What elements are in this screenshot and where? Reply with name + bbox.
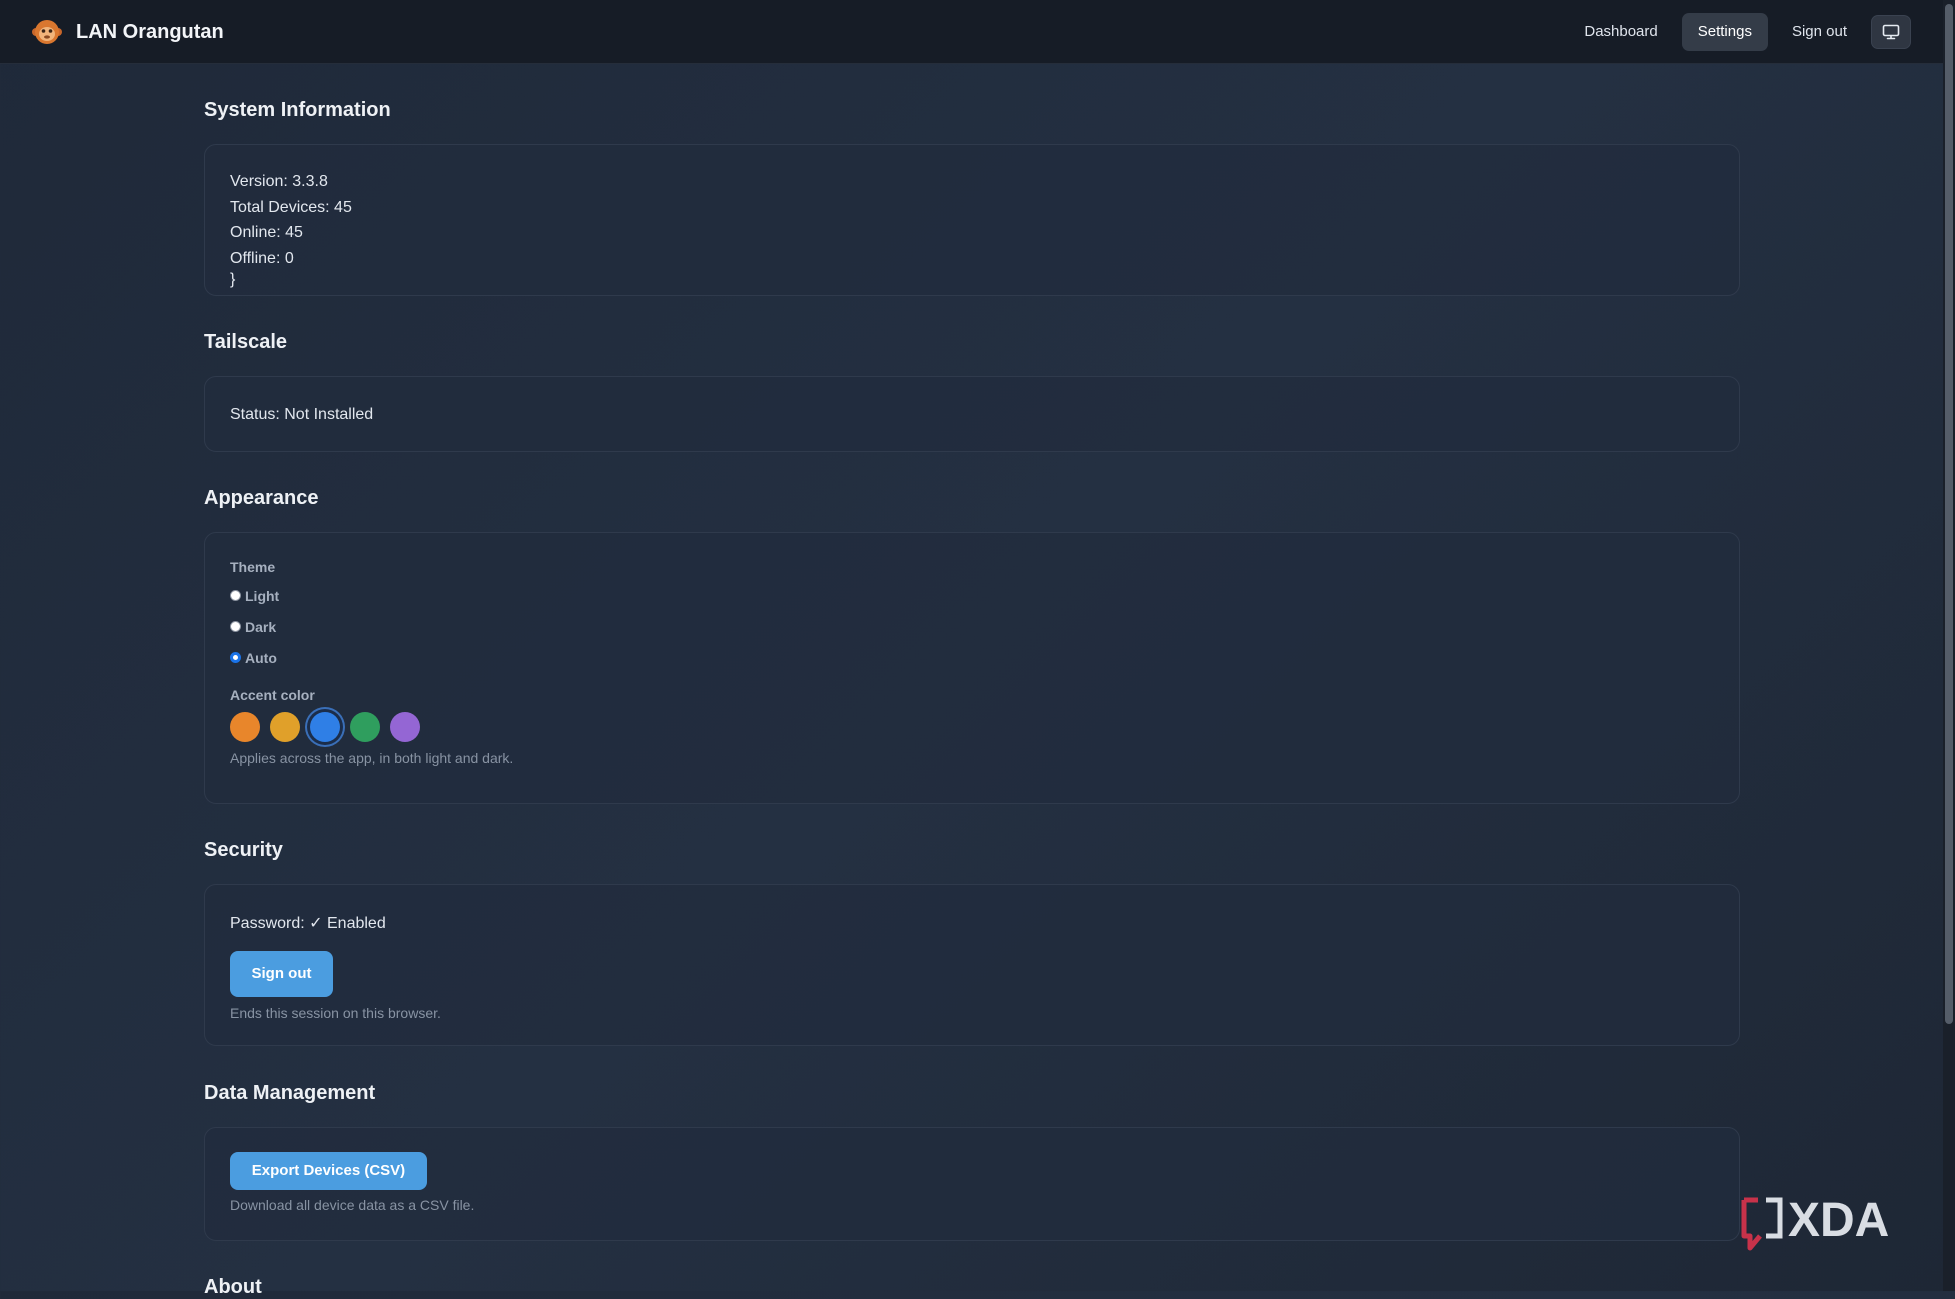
theme-radio-light[interactable] — [230, 590, 241, 601]
orangutan-logo-icon — [32, 20, 62, 44]
tailscale-card: Status: Not Installed — [204, 376, 1740, 452]
data-management-card: Export Devices (CSV) Download all device… — [204, 1127, 1740, 1241]
accent-color-label: Accent color — [230, 687, 315, 703]
accent-swatch-yellow[interactable] — [270, 712, 300, 742]
offline-count-text: Offline: 0 — [230, 249, 294, 267]
nav-settings[interactable]: Settings — [1681, 13, 1768, 51]
accent-swatch-blue[interactable] — [310, 712, 340, 742]
section-title-security: Security — [204, 839, 283, 861]
section-title-appearance: Appearance — [204, 487, 319, 509]
top-bar: LAN Orangutan Dashboard Settings Sign ou… — [0, 0, 1943, 64]
theme-option-label: Dark — [245, 618, 277, 635]
version-text: Version: 3.3.8 — [230, 173, 328, 190]
total-devices-text: Total Devices: 45 — [230, 198, 352, 216]
section-title-about: About — [204, 1276, 262, 1298]
scrollbar-thumb[interactable] — [1945, 4, 1953, 1024]
export-hint: Download all device data as a CSV file. — [230, 1197, 475, 1213]
theme-radio-auto[interactable] — [230, 652, 241, 663]
section-title-system-information: System Information — [204, 99, 391, 121]
monitor-icon — [1882, 24, 1900, 40]
theme-option-label: Auto — [245, 649, 277, 666]
app-title: LAN Orangutan — [76, 20, 224, 43]
brand[interactable]: LAN Orangutan — [32, 18, 224, 46]
theme-radio-dark[interactable] — [230, 621, 241, 632]
password-status-text: Password: ✓ Enabled — [230, 915, 386, 932]
export-devices-csv-button[interactable]: Export Devices (CSV) — [230, 1152, 427, 1190]
theme-option-auto[interactable]: Auto — [230, 642, 1714, 673]
vertical-scrollbar[interactable] — [1943, 0, 1955, 1291]
accent-swatch-purple[interactable] — [390, 712, 420, 742]
accent-swatch-orange[interactable] — [230, 712, 260, 742]
display-toggle-button[interactable] — [1871, 15, 1911, 49]
accent-color-hint: Applies across the app, in both light an… — [230, 750, 514, 766]
theme-label: Theme — [230, 559, 276, 575]
section-title-tailscale: Tailscale — [204, 331, 288, 353]
tailscale-status-text: Status: Not Installed — [230, 406, 374, 423]
top-nav: Dashboard Settings Sign out — [1560, 13, 1911, 51]
accent-color-picker — [230, 712, 1714, 742]
theme-option-label: Light — [245, 587, 280, 604]
section-title-data-management: Data Management — [204, 1082, 376, 1104]
xda-watermark-logo: XDA — [1741, 1196, 1889, 1251]
sign-out-hint: Ends this session on this browser. — [230, 1004, 441, 1021]
watermark-text: XDA — [1788, 1196, 1889, 1247]
sign-out-button[interactable]: Sign out — [230, 950, 333, 997]
nav-sign-out[interactable]: Sign out — [1776, 13, 1863, 51]
system-info-card: Version: 3.3.8 Total Devices: 45 Online:… — [204, 144, 1740, 296]
online-count-text: Online: 45 — [230, 224, 303, 241]
theme-option-dark[interactable]: Dark — [230, 611, 1714, 642]
nav-dashboard[interactable]: Dashboard — [1568, 13, 1673, 51]
accent-swatch-green[interactable] — [350, 712, 380, 742]
appearance-card: Theme Light Dark Auto Accent color Appli… — [204, 532, 1740, 804]
security-card: Password: ✓ Enabled Sign out Ends this s… — [204, 884, 1740, 1046]
theme-option-light[interactable]: Light — [230, 580, 1714, 611]
